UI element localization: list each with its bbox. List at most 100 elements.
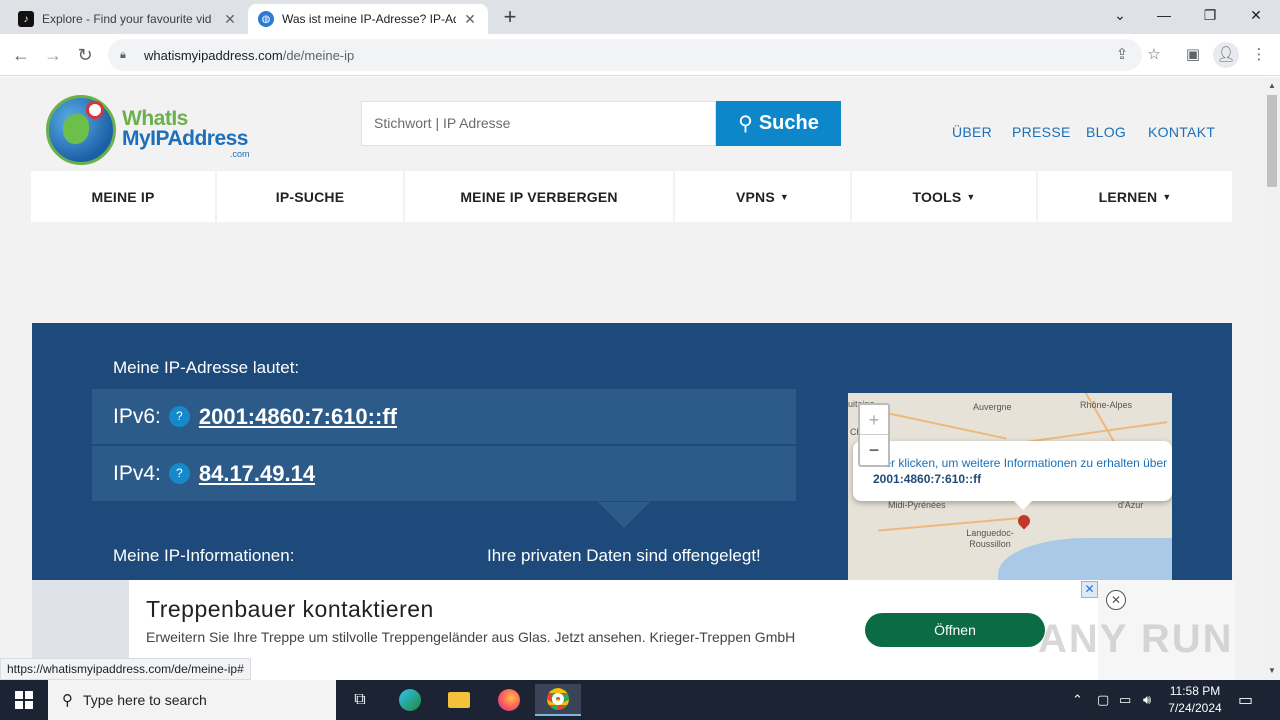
forward-button[interactable]: → [40,42,66,68]
tray-app-icon[interactable]: ▢ [1097,680,1109,720]
top-link-press[interactable]: PRESSE [1012,124,1071,140]
reload-button[interactable]: ↻ [72,42,98,68]
ipv4-value-link[interactable]: 84.17.49.14 [199,461,315,487]
network-icon[interactable]: ▭ [1119,680,1131,720]
map-label: Midi-Pyrénées [888,500,946,510]
site-logo[interactable]: WhatIs MyIPAddress .com [46,95,266,167]
bookmark-star-icon[interactable]: ☆ [1141,42,1167,68]
pointer-triangle [598,502,650,528]
ipv4-row: IPv4: ? 84.17.49.14 [92,446,796,501]
close-tab-icon[interactable]: ✕ [462,11,478,28]
map-zoom-control: + − [858,403,890,467]
chrome-icon[interactable] [535,684,581,716]
privacy-warning: Ihre privaten Daten sind offengelegt! [487,546,761,565]
tab-bar: ♪ Explore - Find your favourite vid ✕ ◍ … [0,0,1280,34]
magnifier-logo-icon [86,101,104,119]
back-button[interactable]: ← [8,42,34,68]
globe-icon: ◍ [258,11,274,27]
globe-logo-icon [46,95,116,165]
map-popup[interactable]: Hier klicken, um weitere Informationen z… [853,441,1172,501]
volume-icon[interactable]: 🔊︎ [1143,680,1151,720]
status-bar-url: https://whatismyipaddress.com/de/meine-i… [0,658,251,680]
map-label: Auvergne [973,402,1012,412]
new-tab-button[interactable]: + [498,5,522,29]
address-bar[interactable]: 🔒︎ whatismyipaddress.com/de/meine-ip ⇪ [108,39,1142,71]
windows-logo-icon [15,691,33,709]
location-marker-icon[interactable] [1015,512,1033,530]
nav-tools[interactable]: TOOLS ▼ [852,171,1036,222]
page-scrollbar[interactable]: ▲ ▼ [1264,77,1280,680]
search-button[interactable]: ⚲ Suche [716,101,841,146]
search-button-label: Suche [758,112,819,134]
taskbar-clock[interactable]: 11:58 PM 7/24/2024 [1165,683,1225,717]
start-button[interactable] [0,680,48,720]
top-link-blog[interactable]: BLOG [1086,124,1126,140]
file-explorer-icon[interactable] [436,684,482,716]
map-label: Rhône-Alpes [1080,400,1133,410]
popup-ip: 2001:4860:7:610::ff [873,472,982,486]
windows-taskbar: ⚲ Type here to search ⧉ ⌃ ▢ ▭ 🔊︎ 11:58 P… [0,680,1280,720]
tiktok-icon: ♪ [18,11,34,27]
minimize-button[interactable]: — [1141,0,1187,30]
nav-meine-ip[interactable]: MEINE IP [31,171,215,222]
close-window-button[interactable]: ✕ [1233,0,1279,30]
profile-avatar[interactable]: 👤︎ [1213,42,1239,68]
ad-close-icon[interactable]: ✕ [1106,590,1126,610]
tab-whatismyip[interactable]: ◍ Was ist meine IP-Adresse? IP-Ad ✕ [248,4,488,34]
tray-chevron-icon[interactable]: ⌃ [1072,680,1083,720]
scroll-down-icon[interactable]: ▼ [1268,666,1276,675]
ipv6-label: IPv6: [113,404,161,428]
ad-open-button[interactable]: Öffnen [865,613,1045,647]
nav-vpns[interactable]: VPNS ▼ [675,171,850,222]
zoom-out-button[interactable]: − [860,435,888,465]
nav-lernen[interactable]: LERNEN ▼ [1038,171,1232,222]
browser-toolbar: ← → ↻ 🔒︎ whatismyipaddress.com/de/meine-… [0,34,1280,76]
taskbar-search-placeholder: Type here to search [83,692,207,708]
chevron-down-icon: ▼ [779,191,790,202]
side-panel-icon[interactable]: ▣ [1180,42,1206,68]
map-label: Languedoc-Roussillon [966,528,1014,549]
restore-button[interactable]: ❐ [1187,0,1233,30]
ad-choices-close-icon[interactable]: ✕ [1081,581,1098,598]
search-input[interactable]: Stichwort | IP Adresse [361,101,716,146]
page-viewport: WhatIs MyIPAddress .com Stichwort | IP A… [0,77,1264,680]
nav-ip-verbergen[interactable]: MEINE IP VERBERGEN [405,171,673,222]
edge-icon[interactable] [387,684,433,716]
tab-search-icon[interactable]: ⌄ [1097,0,1143,30]
scroll-thumb[interactable] [1267,95,1277,187]
ad-description: Erweitern Sie Ihre Treppe um stilvolle T… [146,629,796,645]
chevron-down-icon: ▼ [966,191,976,202]
lock-icon: 🔒︎ [120,48,126,61]
ipv6-value-link[interactable]: 2001:4860:7:610::ff [199,404,397,430]
tab-title: Was ist meine IP-Adresse? IP-Ad [282,12,456,26]
anyrun-watermark: ANY RUN [1038,617,1234,661]
search-icon: ⚲ [62,692,73,709]
menu-kebab-icon[interactable]: ⋮ [1246,42,1272,68]
help-icon[interactable]: ? [168,463,190,484]
ad-banner[interactable]: Treppenbauer kontaktieren Erweitern Sie … [129,580,1098,680]
ipv4-label: IPv4: [113,461,161,485]
nav-ip-suche[interactable]: IP-SUCHE [217,171,403,222]
close-tab-icon[interactable]: ✕ [222,11,238,28]
url-path: /de/meine-ip [282,47,355,63]
ad-title[interactable]: Treppenbauer kontaktieren [146,596,434,623]
logo-text-com: .com [230,149,250,159]
map-label: d'Azur [1118,500,1144,510]
tab-title: Explore - Find your favourite vid [42,12,212,26]
zoom-in-button[interactable]: + [860,405,888,435]
popup-text: Hier klicken, um weitere Informationen z… [873,456,1168,470]
firefox-icon[interactable] [486,684,532,716]
scroll-up-icon[interactable]: ▲ [1268,81,1276,90]
task-view-icon[interactable]: ⧉ [337,684,383,716]
ip-info-title: Meine IP-Informationen: [113,546,295,565]
url-host: whatismyipaddress.com [144,47,283,63]
top-link-about[interactable]: ÜBER [952,124,992,140]
share-icon[interactable]: ⇪ [1112,45,1132,65]
notifications-icon[interactable]: ▭ [1238,680,1253,720]
logo-text-myipaddress: MyIPAddress [122,127,249,150]
help-icon[interactable]: ? [168,406,190,427]
top-link-contact[interactable]: KONTAKT [1148,124,1215,140]
tab-tiktok[interactable]: ♪ Explore - Find your favourite vid ✕ [8,4,248,34]
location-map[interactable]: Auvergne Rhône-Alpes Midi-Pyrénées Langu… [848,393,1172,593]
taskbar-search[interactable]: ⚲ Type here to search [48,680,336,720]
